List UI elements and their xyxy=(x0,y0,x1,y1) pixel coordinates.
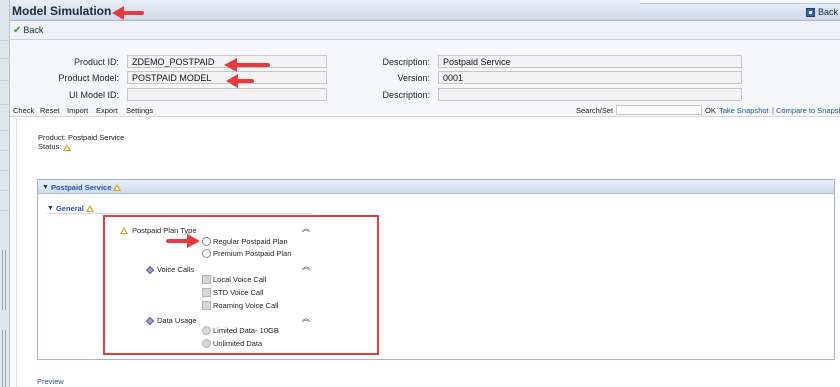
diamond-icon xyxy=(145,316,155,325)
plan-option-regular[interactable]: Regular Postpaid Plan xyxy=(202,237,288,246)
version-field[interactable]: 0001 xyxy=(438,71,742,84)
option-label: STD Voice Call xyxy=(213,288,264,297)
option-label: Unlimited Data xyxy=(213,339,263,348)
radio-button[interactable] xyxy=(202,339,211,348)
menu-separator: | xyxy=(772,106,774,115)
panel-header[interactable]: ▼ Postpaid Service xyxy=(38,180,834,194)
product-name-text: Product: Postpaid Service xyxy=(38,133,125,142)
strip-divider xyxy=(0,190,9,191)
product-id-label: Product ID: xyxy=(73,57,119,67)
voice-calls-label-row: Voice Calls xyxy=(145,265,195,274)
back-top-button[interactable]: Back xyxy=(805,7,838,17)
menu-import[interactable]: Import xyxy=(67,106,88,115)
data-option-unlimited[interactable]: Unlimited Data xyxy=(202,339,262,348)
annotation-arrow-icon xyxy=(226,74,254,88)
description-field[interactable]: Postpaid Service xyxy=(438,55,742,68)
strip-divider xyxy=(0,104,9,105)
double-chevron-up-icon[interactable]: ︽ xyxy=(302,315,310,323)
ui-model-id-label: UI Model ID: xyxy=(68,90,119,100)
product-model-label: Product Model: xyxy=(58,73,119,83)
option-label: Roaming Voice Call xyxy=(213,301,279,310)
page-title: Model Simulation xyxy=(12,4,112,18)
status-label: Status: xyxy=(38,142,62,151)
data-usage-label: Data Usage xyxy=(157,316,197,325)
warning-triangle-icon xyxy=(120,227,128,234)
splitter-handle[interactable] xyxy=(2,330,6,387)
general-section-header[interactable]: ▼ General xyxy=(47,203,313,214)
panel-header-label[interactable]: ▼ Postpaid Service xyxy=(42,183,122,192)
checkmark-icon: ✔ xyxy=(13,24,22,36)
panel-title: Postpaid Service xyxy=(50,183,112,192)
menu-reset[interactable]: Reset xyxy=(40,106,60,115)
product-info: Product: Postpaid Service Status: xyxy=(38,133,124,151)
ok-button[interactable]: OK xyxy=(705,106,716,115)
splitter-handle[interactable] xyxy=(2,250,6,310)
compare-snapshot-link[interactable]: Compare to Snapshot xyxy=(776,106,840,115)
menu-check[interactable]: Check xyxy=(13,106,34,115)
search-set-input[interactable] xyxy=(616,105,702,115)
description-label: Description: xyxy=(382,57,430,67)
menu-export[interactable]: Export xyxy=(96,106,118,115)
back-button[interactable]: ✔ Back xyxy=(13,25,43,35)
warning-triangle-icon xyxy=(85,205,94,212)
option-label: Limited Data- 10GB xyxy=(213,326,279,335)
version-label: Version: xyxy=(397,73,430,83)
warning-triangle-icon xyxy=(63,143,72,151)
voice-calls-label: Voice Calls xyxy=(157,265,195,274)
strip-divider xyxy=(0,58,9,59)
back-top-label: Back xyxy=(817,7,838,17)
plan-option-premium[interactable]: Premium Postpaid Plan xyxy=(202,249,291,258)
collapse-caret-icon: ▼ xyxy=(47,205,54,212)
take-snapshot-link[interactable]: Take Snapshot xyxy=(719,106,769,115)
model-header-form: Product ID: ZDEMO_POSTPAID Product Model… xyxy=(10,40,840,104)
general-title: General xyxy=(55,204,84,213)
strip-divider xyxy=(0,170,9,171)
radio-button[interactable] xyxy=(202,237,211,246)
strip-divider xyxy=(0,210,9,211)
ui-model-id-field[interactable] xyxy=(127,88,327,101)
voice-option-roaming[interactable]: Roaming Voice Call xyxy=(202,301,278,310)
warning-triangle-icon xyxy=(113,184,122,191)
data-option-limited[interactable]: Limited Data- 10GB xyxy=(202,326,279,335)
back-label: Back xyxy=(23,25,44,35)
description-2-label: Description: xyxy=(382,90,430,100)
annotation-arrow-icon xyxy=(224,58,270,72)
status-row: Status: xyxy=(38,142,124,151)
annotation-arrow-icon xyxy=(112,6,144,20)
voice-option-local[interactable]: Local Voice Call xyxy=(202,275,266,284)
search-set-label: Search/Set xyxy=(576,106,614,115)
option-label: Regular Postpaid Plan xyxy=(213,237,288,246)
checkbox[interactable] xyxy=(202,275,211,284)
radio-button[interactable] xyxy=(202,249,211,258)
strip-divider xyxy=(0,150,9,151)
option-label: Premium Postpaid Plan xyxy=(213,249,292,258)
double-chevron-up-icon[interactable]: ︽ xyxy=(302,263,310,271)
description-2-field[interactable] xyxy=(438,88,742,101)
annotation-arrow-icon xyxy=(166,234,200,248)
general-section-label[interactable]: ▼ General xyxy=(47,204,94,213)
option-label: Local Voice Call xyxy=(213,275,267,284)
menu-settings[interactable]: Settings xyxy=(126,106,153,115)
simulation-menu-bar: Check Reset Import Export Settings Searc… xyxy=(10,104,840,117)
checkbox[interactable] xyxy=(202,301,211,310)
collapse-caret-icon: ▼ xyxy=(42,184,49,191)
voice-option-std[interactable]: STD Voice Call xyxy=(202,288,263,297)
diamond-icon xyxy=(145,265,155,274)
strip-divider xyxy=(0,80,9,81)
checkbox[interactable] xyxy=(202,288,211,297)
data-usage-label-row: Data Usage xyxy=(145,316,197,325)
back-window-icon xyxy=(805,7,815,17)
left-panel-strip xyxy=(0,0,10,387)
top-right-input-strip xyxy=(640,0,840,4)
strip-divider xyxy=(0,130,9,131)
toolbar: ✔ Back xyxy=(10,21,840,40)
strip-divider xyxy=(0,40,9,41)
preview-link[interactable]: Preview xyxy=(37,377,64,386)
double-chevron-up-icon[interactable]: ︽ xyxy=(302,225,310,233)
radio-button[interactable] xyxy=(202,326,211,335)
